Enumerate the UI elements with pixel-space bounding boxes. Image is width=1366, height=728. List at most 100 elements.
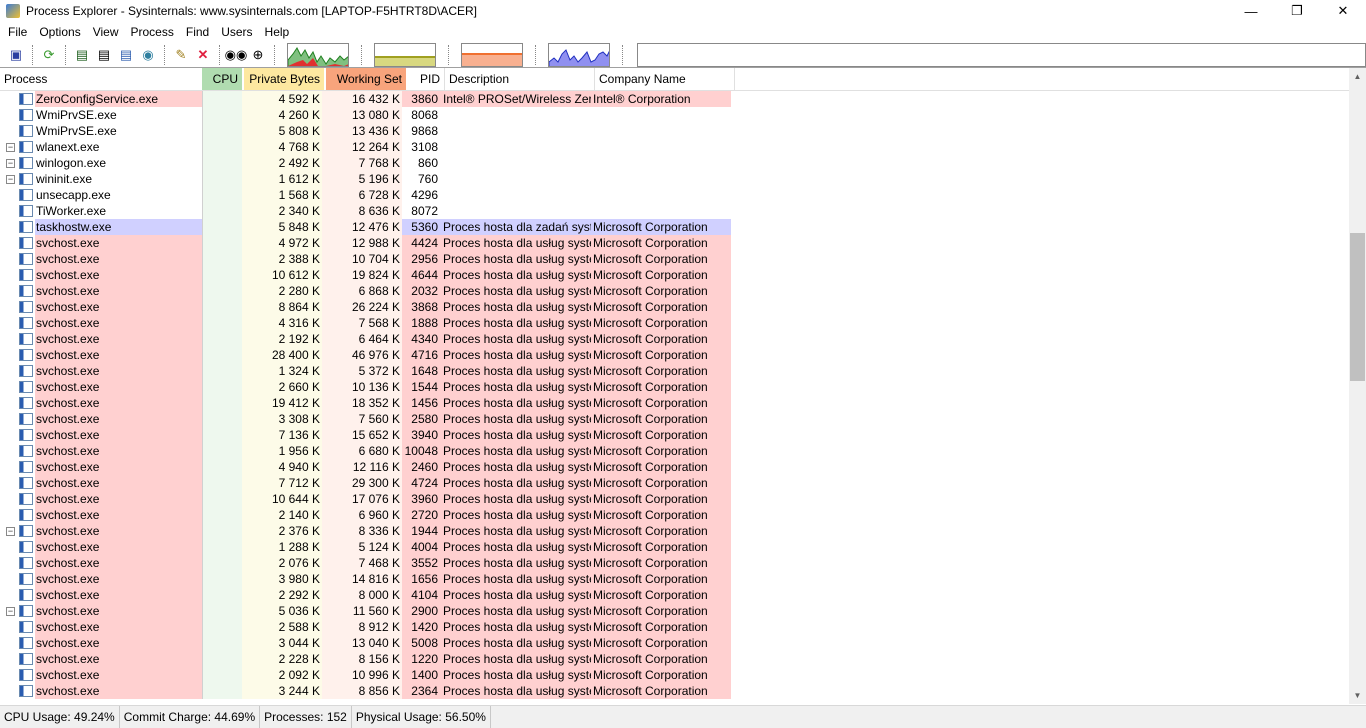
table-row[interactable]: svchost.exe 3 308 K7 560 K 2580 Proces host… [0,411,1349,427]
kill-process-icon[interactable]: ✕ [193,45,213,65]
vertical-scrollbar[interactable]: ▲ ▼ [1349,68,1366,704]
column-description[interactable]: Description [445,68,595,90]
process-cell[interactable]: svchost.exe [0,571,202,587]
process-cell[interactable]: svchost.exe [0,315,202,331]
cpu-graph[interactable] [287,42,349,67]
process-properties-icon[interactable]: ✎ [171,45,191,65]
table-row[interactable]: svchost.exe 3 044 K 13 040 K 5008 Proces hos… [0,635,1349,651]
commit-graph[interactable] [374,42,436,67]
process-cell[interactable]: svchost.exe [0,491,202,507]
lower-pane-icon[interactable]: ▤ [116,45,136,65]
process-cell[interactable]: svchost.exe [0,395,202,411]
menu-file[interactable]: File [2,25,33,39]
minimize-button[interactable]: — [1228,0,1274,22]
scroll-down-arrow-icon[interactable]: ▼ [1349,687,1366,704]
process-cell[interactable]: svchost.exe [0,651,202,667]
process-cell[interactable]: svchost.exe [0,331,202,347]
process-cell[interactable]: svchost.exe [0,443,202,459]
process-cell[interactable]: svchost.exe [0,299,202,315]
process-cell[interactable]: WmiPrvSE.exe [0,107,202,123]
table-row[interactable]: unsecapp.exe 1 568 K6 728 K 4296 [0,187,1349,203]
table-row[interactable]: − wininit.exe 1 612 K5 196 K 760 [0,171,1349,187]
menu-find[interactable]: Find [180,25,215,39]
table-row[interactable]: svchost.exe 7 136 K 15 652 K 3940 Proces hos… [0,427,1349,443]
process-cell[interactable]: svchost.exe [0,683,202,699]
physical-memory-graph[interactable] [548,42,610,67]
scroll-up-arrow-icon[interactable]: ▲ [1349,68,1366,85]
table-row[interactable]: svchost.exe 2 228 K8 156 K 1220 Proces host… [0,651,1349,667]
process-cell[interactable]: − wininit.exe [0,171,202,187]
refresh-icon[interactable]: ⟳ [39,45,59,65]
table-row[interactable]: svchost.exe 10 612 K 19 824 K 4644 Proces ho… [0,267,1349,283]
menu-users[interactable]: Users [215,25,258,39]
table-row[interactable]: svchost.exe 28 400 K 46 976 K 4716 Proces ho… [0,347,1349,363]
table-row[interactable]: svchost.exe 2 092 K 10 996 K 1400 Proces hos… [0,667,1349,683]
process-cell[interactable]: svchost.exe [0,459,202,475]
menu-process[interactable]: Process [125,25,180,39]
collapse-toggle-icon[interactable]: − [6,174,15,184]
process-cell[interactable]: − svchost.exe [0,523,202,539]
process-cell[interactable]: svchost.exe [0,347,202,363]
process-cell[interactable]: svchost.exe [0,235,202,251]
process-cell[interactable]: svchost.exe [0,635,202,651]
column-pid[interactable]: PID [406,68,445,90]
process-cell[interactable]: svchost.exe [0,427,202,443]
system-info-icon[interactable]: ▤ [72,45,92,65]
table-row[interactable]: − svchost.exe 5 036 K 11 560 K 2900 Proces ho… [0,603,1349,619]
table-row[interactable]: svchost.exe 2 280 K6 868 K 2032 Proces host… [0,283,1349,299]
collapse-toggle-icon[interactable]: − [6,142,15,152]
table-row[interactable]: svchost.exe 2 660 K 10 136 K 1544 Proces hos… [0,379,1349,395]
process-cell[interactable]: − wlanext.exe [0,139,202,155]
dll-view-icon[interactable]: ◉ [138,45,158,65]
process-cell[interactable]: − svchost.exe [0,603,202,619]
table-row[interactable]: WmiPrvSE.exe 4 260 K 13 080 K 8068 [0,107,1349,123]
find-binoculars-icon[interactable]: ◉◉ [225,45,248,65]
table-row[interactable]: svchost.exe 8 864 K 26 224 K 3868 Proces hos… [0,299,1349,315]
process-cell[interactable]: − winlogon.exe [0,155,202,171]
table-row[interactable]: svchost.exe 2 388 K 10 704 K 2956 Proces hos… [0,251,1349,267]
column-cpu[interactable]: CPU [202,68,242,90]
menu-view[interactable]: View [87,25,125,39]
process-cell[interactable]: svchost.exe [0,251,202,267]
table-row[interactable]: − winlogon.exe 2 492 K7 768 K 860 [0,155,1349,171]
process-cell[interactable]: svchost.exe [0,283,202,299]
process-cell[interactable]: svchost.exe [0,363,202,379]
collapse-toggle-icon[interactable]: − [6,158,15,168]
io-graph[interactable] [461,42,523,67]
process-cell[interactable]: svchost.exe [0,379,202,395]
table-row[interactable]: svchost.exe 19 412 K 18 352 K 1456 Proces ho… [0,395,1349,411]
process-cell[interactable]: svchost.exe [0,539,202,555]
process-cell[interactable]: svchost.exe [0,667,202,683]
menu-help[interactable]: Help [259,25,296,39]
table-row[interactable]: − wlanext.exe 4 768 K 12 264 K 3108 [0,139,1349,155]
target-crosshair-icon[interactable]: ⊕ [248,45,268,65]
table-row[interactable]: svchost.exe 4 940 K 12 116 K 2460 Proces hos… [0,459,1349,475]
process-cell[interactable]: svchost.exe [0,587,202,603]
process-cell[interactable]: svchost.exe [0,267,202,283]
process-cell[interactable]: svchost.exe [0,555,202,571]
table-row[interactable]: WmiPrvSE.exe 5 808 K 13 436 K 9868 [0,123,1349,139]
menu-options[interactable]: Options [33,25,86,39]
process-cell[interactable]: taskhostw.exe [0,219,202,235]
table-row[interactable]: svchost.exe 3 980 K 14 816 K 1656 Proces hos… [0,571,1349,587]
table-row[interactable]: svchost.exe 1 956 K6 680 K 10048 Proces hos… [0,443,1349,459]
table-row[interactable]: svchost.exe 2 292 K8 000 K 4104 Proces host… [0,587,1349,603]
process-cell[interactable]: svchost.exe [0,619,202,635]
table-row[interactable]: svchost.exe 4 316 K7 568 K 1888 Proces host… [0,315,1349,331]
table-row[interactable]: svchost.exe 4 972 K 12 988 K 4424 Proces hos… [0,235,1349,251]
column-process[interactable]: Process [0,68,202,90]
table-row[interactable]: svchost.exe 2 192 K6 464 K 4340 Proces host… [0,331,1349,347]
save-icon[interactable]: ▣ [6,45,26,65]
table-row[interactable]: TiWorker.exe 2 340 K8 636 K 8072 [0,203,1349,219]
process-cell[interactable]: TiWorker.exe [0,203,202,219]
properties-icon[interactable]: ▤ [94,45,114,65]
collapse-toggle-icon[interactable]: − [6,526,15,536]
table-row[interactable]: svchost.exe 2 076 K7 468 K 3552 Proces host… [0,555,1349,571]
table-row[interactable]: svchost.exe 2 588 K8 912 K 1420 Proces host… [0,619,1349,635]
table-row[interactable]: taskhostw.exe 5 848 K 12 476 K 5360 Proces h… [0,219,1349,235]
column-company-name[interactable]: Company Name [595,68,735,90]
table-row[interactable]: − svchost.exe 2 376 K8 336 K 1944 Proces hos… [0,523,1349,539]
close-button[interactable]: ✕ [1320,0,1366,22]
table-row[interactable]: svchost.exe 10 644 K 17 076 K 3960 Proces ho… [0,491,1349,507]
scroll-thumb[interactable] [1350,233,1365,381]
